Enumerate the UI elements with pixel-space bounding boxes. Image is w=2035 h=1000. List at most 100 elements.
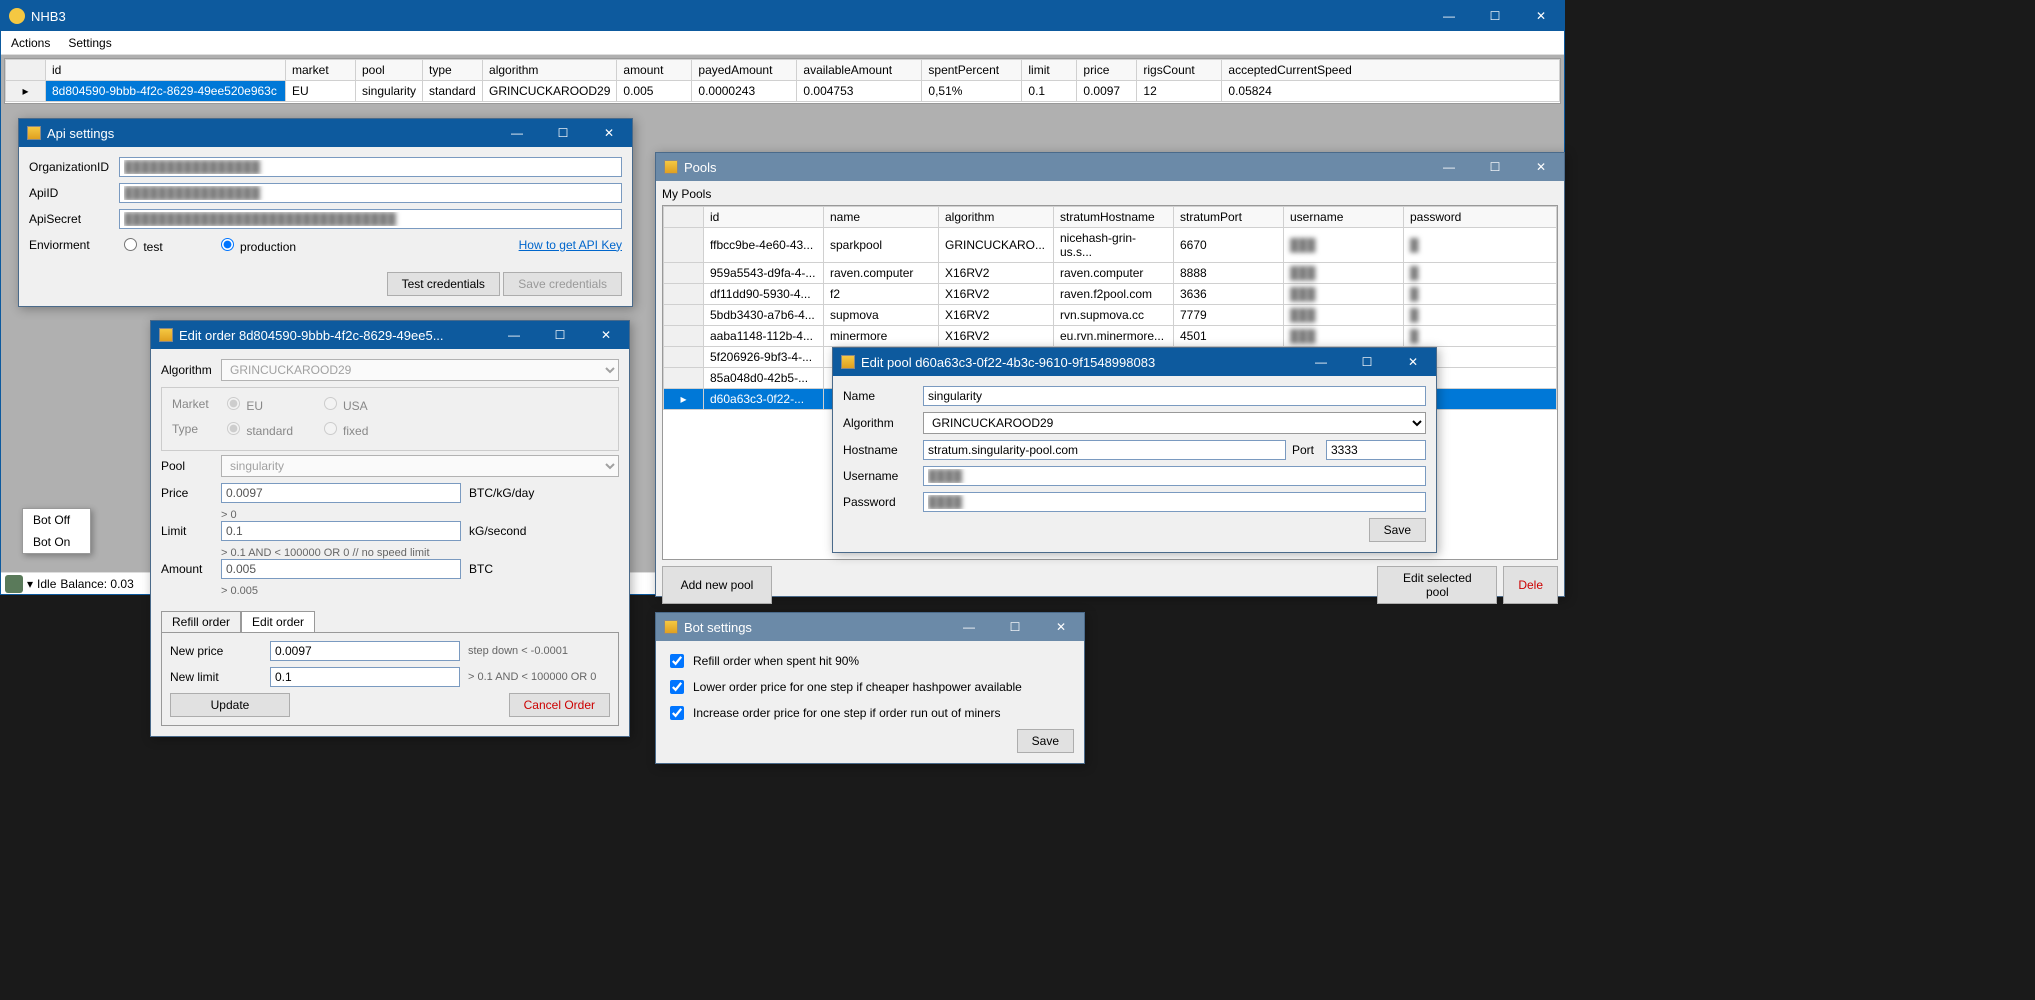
col-algorithm[interactable]: algorithm (483, 60, 617, 81)
order-row[interactable]: ▸ 8d804590-9bbb-4f2c-8629-49ee520e963c E… (6, 81, 1560, 102)
pool-row[interactable]: aaba1148-112b-4...minermoreX16RV2eu.rvn.… (664, 326, 1557, 347)
col-id[interactable]: id (704, 207, 824, 228)
pools-titlebar[interactable]: Pools — ☐ ✕ (656, 153, 1564, 181)
cell[interactable]: 0.05824 (1222, 81, 1560, 102)
main-titlebar[interactable]: NHB3 — ☐ ✕ (1, 1, 1564, 31)
cell[interactable]: GRINCUCKAROOD29 (483, 81, 617, 102)
minimize-button[interactable]: — (491, 320, 537, 350)
minimize-button[interactable]: — (1426, 1, 1472, 31)
cancel-order-button[interactable]: Cancel Order (509, 693, 610, 717)
col-rigs[interactable]: rigsCount (1137, 60, 1222, 81)
maximize-button[interactable]: ☐ (992, 612, 1038, 642)
cell[interactable]: 0.1 (1022, 81, 1077, 102)
api-titlebar[interactable]: Api settings — ☐ ✕ (19, 119, 632, 147)
cell[interactable]: standard (423, 81, 483, 102)
minimize-button[interactable]: — (494, 118, 540, 148)
pool-row[interactable]: 959a5543-d9fa-4-...raven.computerX16RV2r… (664, 263, 1557, 284)
edit-pool-window[interactable]: Edit pool d60a63c3-0f22-4b3c-9610-9f1548… (832, 347, 1437, 553)
maximize-button[interactable]: ☐ (1344, 347, 1390, 377)
update-button[interactable]: Update (170, 693, 290, 717)
cell[interactable]: 0.0097 (1077, 81, 1137, 102)
bot-off-item[interactable]: Bot Off (23, 509, 90, 531)
maximize-button[interactable]: ☐ (537, 320, 583, 350)
cell[interactable]: 0.004753 (797, 81, 922, 102)
apiid-input[interactable] (119, 183, 622, 203)
newprice-input[interactable] (270, 641, 460, 661)
add-pool-button[interactable]: Add new pool (662, 566, 772, 604)
cell[interactable]: 12 (1137, 81, 1222, 102)
maximize-button[interactable]: ☐ (1472, 152, 1518, 182)
col-spent[interactable]: spentPercent (922, 60, 1022, 81)
increase-checkbox[interactable]: Increase order price for one step if ord… (666, 703, 1074, 723)
close-button[interactable]: ✕ (583, 320, 629, 350)
env-test[interactable]: test (119, 235, 209, 254)
bot-menu[interactable]: Bot Off Bot On (22, 508, 91, 554)
apisecret-input[interactable] (119, 209, 622, 229)
orgid-input[interactable] (119, 157, 622, 177)
col-name[interactable]: name (824, 207, 939, 228)
cell[interactable]: 0.005 (617, 81, 692, 102)
save-credentials-button[interactable]: Save credentials (503, 272, 622, 296)
col-speed[interactable]: acceptedCurrentSpeed (1222, 60, 1560, 81)
col-type[interactable]: type (423, 60, 483, 81)
save-bot-button[interactable]: Save (1017, 729, 1074, 753)
col-user[interactable]: username (1284, 207, 1404, 228)
col-port[interactable]: stratumPort (1174, 207, 1284, 228)
delete-pool-button[interactable]: Dele (1503, 566, 1558, 604)
api-help-link[interactable]: How to get API Key (519, 238, 622, 252)
pool-row[interactable]: 5bdb3430-a7b6-4...supmovaX16RV2rvn.supmo… (664, 305, 1557, 326)
lower-checkbox[interactable]: Lower order price for one step if cheape… (666, 677, 1074, 697)
env-production[interactable]: production (216, 235, 306, 254)
col-pass[interactable]: password (1404, 207, 1557, 228)
close-button[interactable]: ✕ (1518, 152, 1564, 182)
pool-row[interactable]: df11dd90-5930-4...f2X16RV2raven.f2pool.c… (664, 284, 1557, 305)
editorder-titlebar[interactable]: Edit order 8d804590-9bbb-4f2c-8629-49ee5… (151, 321, 629, 349)
algorithm-select[interactable]: GRINCUCKAROOD29 (923, 412, 1426, 434)
bot-on-item[interactable]: Bot On (23, 531, 90, 553)
minimize-button[interactable]: — (1426, 152, 1472, 182)
close-button[interactable]: ✕ (1518, 1, 1564, 31)
host-input[interactable] (923, 440, 1286, 460)
api-settings-window[interactable]: Api settings — ☐ ✕ OrganizationID ApiID … (18, 118, 633, 307)
username-input[interactable] (923, 466, 1426, 486)
cell[interactable]: 0.0000243 (692, 81, 797, 102)
menu-settings[interactable]: Settings (68, 36, 111, 50)
edit-order-window[interactable]: Edit order 8d804590-9bbb-4f2c-8629-49ee5… (150, 320, 630, 737)
col-algo[interactable]: algorithm (939, 207, 1054, 228)
newlimit-input[interactable] (270, 667, 460, 687)
close-button[interactable]: ✕ (586, 118, 632, 148)
col-payed[interactable]: payedAmount (692, 60, 797, 81)
maximize-button[interactable]: ☐ (540, 118, 586, 148)
test-credentials-button[interactable]: Test credentials (387, 272, 500, 296)
orders-grid[interactable]: id market pool type algorithm amount pay… (4, 58, 1561, 104)
col-host[interactable]: stratumHostname (1054, 207, 1174, 228)
close-button[interactable]: ✕ (1390, 347, 1436, 377)
bot-titlebar[interactable]: Bot settings — ☐ ✕ (656, 613, 1084, 641)
tab-edit[interactable]: Edit order (241, 611, 315, 633)
menu-actions[interactable]: Actions (11, 36, 50, 50)
edit-pool-button[interactable]: Edit selected pool (1377, 566, 1497, 604)
col-market[interactable]: market (286, 60, 356, 81)
pool-row[interactable]: ffbcc9be-4e60-43...sparkpoolGRINCUCKARO.… (664, 228, 1557, 263)
close-button[interactable]: ✕ (1038, 612, 1084, 642)
col-id[interactable]: id (46, 60, 286, 81)
col-price[interactable]: price (1077, 60, 1137, 81)
minimize-button[interactable]: — (1298, 347, 1344, 377)
col-pool[interactable]: pool (356, 60, 423, 81)
maximize-button[interactable]: ☐ (1472, 1, 1518, 31)
editpool-titlebar[interactable]: Edit pool d60a63c3-0f22-4b3c-9610-9f1548… (833, 348, 1436, 376)
col-amount[interactable]: amount (617, 60, 692, 81)
bot-dropdown-icon[interactable]: ▾ (27, 577, 33, 591)
password-input[interactable] (923, 492, 1426, 512)
refill-checkbox[interactable]: Refill order when spent hit 90% (666, 651, 1074, 671)
minimize-button[interactable]: — (946, 612, 992, 642)
col-available[interactable]: availableAmount (797, 60, 922, 81)
bot-icon[interactable] (5, 575, 23, 593)
port-input[interactable] (1326, 440, 1426, 460)
bot-settings-window[interactable]: Bot settings — ☐ ✕ Refill order when spe… (655, 612, 1085, 764)
save-pool-button[interactable]: Save (1369, 518, 1426, 542)
name-input[interactable] (923, 386, 1426, 406)
cell-id[interactable]: 8d804590-9bbb-4f2c-8629-49ee520e963c (46, 81, 286, 102)
tab-refill[interactable]: Refill order (161, 611, 241, 633)
cell[interactable]: singularity (356, 81, 423, 102)
